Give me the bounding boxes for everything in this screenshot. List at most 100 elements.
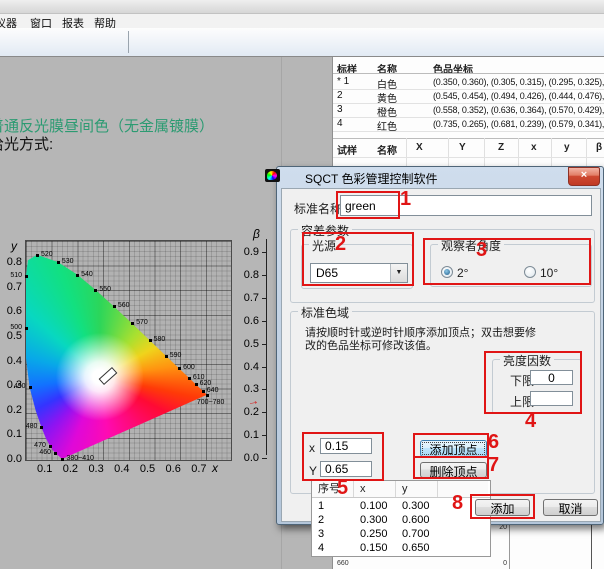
samples-col-line <box>586 138 587 168</box>
locus-point-580 <box>149 339 152 342</box>
y-axis-letter: y <box>11 239 17 253</box>
samples-col-line <box>448 138 449 168</box>
locus-label-520: 520 <box>41 251 53 259</box>
vertex-x: 0.250 <box>360 527 388 541</box>
close-icon: × <box>581 169 587 181</box>
window-titlebar[interactable] <box>0 0 604 14</box>
beta-tick-mark <box>262 389 267 390</box>
menu-item-1[interactable]: 仪器 <box>0 15 19 28</box>
samples-header-6: y <box>564 142 570 153</box>
vertex-x: 0.150 <box>360 541 388 555</box>
menu-item-2[interactable]: 窗口 <box>28 15 54 28</box>
standards-header-line <box>333 73 604 74</box>
x-tick-0.4: 0.4 <box>112 463 132 475</box>
standard-coords: (0.558, 0.352), (0.636, 0.364), (0.570, … <box>433 105 604 115</box>
samples-table: 试样名称XYZxyβ <box>333 138 604 168</box>
annotation-box-5 <box>302 432 384 481</box>
spectral-value: 0 <box>483 560 507 568</box>
standard-id: 4 <box>337 118 343 129</box>
chromaticity-plot: 520530540550560570580590600610620640700~… <box>25 240 232 461</box>
locus-label-700~780: 700~780 <box>197 399 224 407</box>
dialog-title: SQCT 色彩管理控制软件 <box>305 170 437 187</box>
beta-axis-letter: β <box>253 227 260 241</box>
standard-id: 3 <box>337 104 343 115</box>
beta-tick-mark <box>262 412 267 413</box>
samples-table-top-line <box>333 138 604 139</box>
vertex-row[interactable]: 30.2500.700 <box>312 527 488 541</box>
annotation-number-1: 1 <box>400 189 411 209</box>
y-tick-0.6: 0.6 <box>0 305 22 317</box>
y-tick-0.0: 0.0 <box>0 453 22 465</box>
locus-point-640 <box>202 390 205 393</box>
locus-label-540: 540 <box>81 271 93 279</box>
locus-point-590 <box>165 355 168 358</box>
table-row[interactable]: 2黄色(0.545, 0.454), (0.494, 0.426), (0.44… <box>333 89 604 103</box>
menu-item-4[interactable]: 帮助 <box>92 15 118 28</box>
annotation-number-6: 6 <box>488 432 499 452</box>
table-row[interactable]: 4红色(0.735, 0.265), (0.681, 0.239), (0.57… <box>333 117 604 131</box>
annotation-box-8 <box>470 494 535 519</box>
locus-label-510: 510 <box>10 272 22 280</box>
beta-tick-mark <box>262 344 267 345</box>
annotation-box-3 <box>423 238 591 285</box>
beta-tick-0.5: 0.5 <box>236 338 259 350</box>
annotation-box-7 <box>413 456 489 479</box>
locus-point-510 <box>25 275 28 278</box>
illumination-mode-label: 给光方式: <box>0 133 53 154</box>
locus-label-460: 460 <box>39 449 51 457</box>
toolbar: ↗ ? SQCT <box>0 28 604 57</box>
locus-point-560 <box>113 305 116 308</box>
standard-id: * 1 <box>337 76 349 87</box>
x-tick-0.7: 0.7 <box>189 463 209 475</box>
table-row[interactable]: 3橙色(0.558, 0.352), (0.636, 0.364), (0.57… <box>333 103 604 117</box>
annotation-box-4 <box>484 351 582 414</box>
standard-id: 2 <box>337 90 343 101</box>
samples-header-line <box>333 157 604 158</box>
standard-coords: (0.545, 0.454), (0.494, 0.426), (0.444, … <box>433 91 604 101</box>
annotation-number-2: 2 <box>335 234 346 254</box>
vertex-y: 0.600 <box>402 513 430 527</box>
cancel-button[interactable]: 取消 <box>543 499 598 516</box>
beta-tick-mark <box>262 435 267 436</box>
locus-point-700~780 <box>206 394 209 397</box>
annotation-number-3: 3 <box>476 240 487 260</box>
beta-tick-0.3: 0.3 <box>236 383 259 395</box>
y-tick-0.8: 0.8 <box>0 256 22 268</box>
samples-col-line <box>518 138 519 168</box>
gamut-group-label: 标准色域 <box>298 304 352 321</box>
annotation-box-2 <box>302 232 414 286</box>
vertex-index: 2 <box>318 513 324 527</box>
menu-item-3[interactable]: 报表 <box>60 15 86 28</box>
vertex-row[interactable]: 2 0.300 0.600 <box>312 513 488 527</box>
y-tick-0.7: 0.7 <box>0 281 22 293</box>
locus-label-560: 560 <box>118 302 130 310</box>
close-button[interactable]: × <box>568 167 600 186</box>
locus-label-580: 580 <box>154 336 166 344</box>
samples-col-line <box>551 138 552 168</box>
samples-header-5: x <box>531 142 537 153</box>
vertex-header-y: y <box>396 481 438 497</box>
x-tick-0.5: 0.5 <box>138 463 158 475</box>
beta-tick-mark <box>262 275 267 276</box>
locus-point-490 <box>29 386 32 389</box>
y-tick-0.4: 0.4 <box>0 355 22 367</box>
locus-point-520 <box>36 254 39 257</box>
x-tick-0.2: 0.2 <box>60 463 80 475</box>
beta-tick-mark <box>262 298 267 299</box>
samples-header-2: X <box>416 142 423 153</box>
annotation-box-6 <box>413 433 489 458</box>
vertex-row[interactable]: 40.1500.650 <box>312 541 488 555</box>
annotation-number-4: 4 <box>525 411 536 431</box>
locus-point-610 <box>188 377 191 380</box>
table-row[interactable]: * 1白色(0.350, 0.360), (0.305, 0.315), (0.… <box>333 75 604 89</box>
locus-point-530 <box>57 261 60 264</box>
annotation-box-1 <box>336 191 400 219</box>
standards-table: 标样名称色品坐标* 1白色(0.350, 0.360), (0.305, 0.3… <box>333 57 604 132</box>
y-tick-0.5: 0.5 <box>0 330 22 342</box>
beta-tick-0.0: 0.0 <box>236 452 259 464</box>
beta-tick-0.4: 0.4 <box>236 361 259 373</box>
locus-point-480 <box>40 426 43 429</box>
vertex-x: 0.300 <box>360 513 388 527</box>
beta-tick-mark <box>262 458 267 459</box>
annotation-number-8: 8 <box>452 493 463 513</box>
